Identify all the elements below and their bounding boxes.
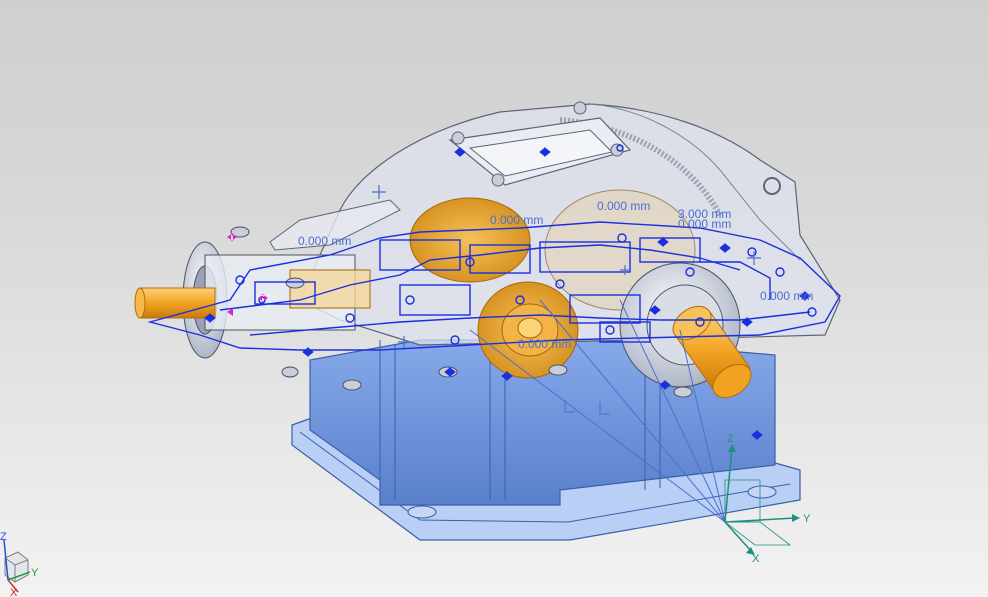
dim-label-3[interactable]: 0.000 mm [597, 199, 650, 213]
view-triad[interactable]: Z Y X [0, 531, 39, 597]
input-shaft[interactable] [134, 241, 371, 359]
graphics-viewport[interactable]: 0.000 mm 0.000 mm 0.000 mm 3.000 mm 0.00… [0, 0, 988, 597]
triad-y-label: Y [31, 567, 39, 579]
triad-z-label: Z [0, 531, 7, 543]
model-canvas[interactable]: 0.000 mm 0.000 mm 0.000 mm 3.000 mm 0.00… [0, 0, 988, 597]
csys-z-label: Z [727, 433, 734, 445]
dim-label-1[interactable]: 0.000 mm [298, 234, 351, 248]
csys-x-label: X [752, 553, 760, 565]
triad-x-label: X [10, 587, 18, 597]
dim-label-7[interactable]: 0.000 mm [518, 337, 571, 351]
csys-y-label: Y [803, 513, 811, 525]
middle-bearing-hub[interactable] [477, 281, 579, 379]
dim-label-2[interactable]: 0.000 mm [490, 213, 543, 227]
dim-label-6[interactable]: 0.000 mm [760, 289, 813, 303]
dim-label-5[interactable]: 0.000 mm [678, 217, 731, 231]
